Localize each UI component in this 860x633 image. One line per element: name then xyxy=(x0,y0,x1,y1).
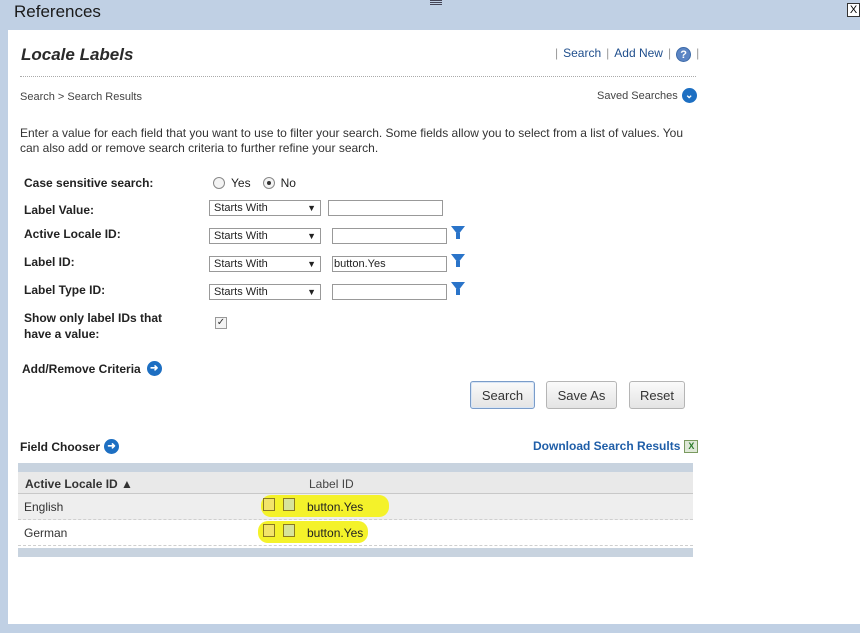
window-titlebar: References X xyxy=(0,0,860,30)
filter-icon[interactable] xyxy=(451,226,465,239)
saved-searches-label: Saved Searches xyxy=(597,89,678,102)
show-only-label-line2: have a value: xyxy=(24,327,100,341)
download-search-results-link[interactable]: Download Search Results X xyxy=(533,439,699,453)
save-as-button[interactable]: Save As xyxy=(546,381,617,409)
case-sensitive-label: Case sensitive search: xyxy=(24,176,154,190)
edit-record-icon[interactable] xyxy=(283,498,295,511)
chevron-down-circle-icon: ⌄ xyxy=(681,88,697,103)
label-value-input[interactable] xyxy=(328,200,443,216)
label-id-input[interactable]: button.Yes xyxy=(332,256,447,272)
add-remove-criteria-label: Add/Remove Criteria xyxy=(22,361,141,376)
drag-handle-icon[interactable] xyxy=(430,0,442,6)
cell-active-locale-id: German xyxy=(24,526,68,540)
field-chooser-link[interactable]: Field Chooser ➜ xyxy=(20,439,120,454)
table-header: Active Locale ID ▲ Label ID xyxy=(18,472,693,494)
dropdown-arrow-icon: ▼ xyxy=(307,231,316,241)
table-bottom-bar xyxy=(18,548,693,557)
arrow-right-circle-icon: ➜ xyxy=(104,439,120,454)
column-header-label-id[interactable]: Label ID xyxy=(309,477,354,491)
show-only-label-line1: Show only label IDs that xyxy=(24,311,163,325)
cell-active-locale-id: English xyxy=(24,500,64,514)
header-links: | Search | Add New | ? | xyxy=(550,44,704,62)
case-sensitive-yes-radio[interactable] xyxy=(213,177,225,189)
active-locale-id-input[interactable] xyxy=(332,228,447,244)
show-only-checkbox[interactable]: ✓ xyxy=(215,317,227,329)
label-value-label: Label Value: xyxy=(24,203,95,217)
add-remove-criteria-link[interactable]: Add/Remove Criteria ➜ xyxy=(22,361,162,376)
breadcrumb: Search > Search Results xyxy=(20,91,142,103)
arrow-right-circle-icon: ➜ xyxy=(146,361,162,376)
label-type-id-operator-select[interactable]: Starts With ▼ xyxy=(209,284,321,300)
title-divider xyxy=(20,76,696,77)
cell-label-id[interactable]: button.Yes xyxy=(307,500,363,514)
case-sensitive-no-radio[interactable] xyxy=(262,177,275,189)
radio-label-yes: Yes xyxy=(231,176,251,190)
filter-icon[interactable] xyxy=(451,282,465,295)
dropdown-arrow-icon: ▼ xyxy=(307,259,316,269)
link-separator: | xyxy=(606,46,610,60)
field-chooser-label: Field Chooser xyxy=(20,439,101,454)
download-label: Download Search Results xyxy=(533,439,681,453)
active-locale-id-operator-select[interactable]: Starts With ▼ xyxy=(209,228,321,244)
add-new-link[interactable]: Add New xyxy=(614,46,663,60)
page-title: Locale Labels xyxy=(21,45,134,64)
table-row: English button.Yes xyxy=(18,494,693,520)
filter-icon[interactable] xyxy=(451,254,465,267)
select-value: Starts With xyxy=(214,286,268,298)
saved-searches-link[interactable]: Saved Searches ⌄ xyxy=(597,88,697,103)
excel-icon: X xyxy=(684,439,699,453)
view-record-icon[interactable] xyxy=(263,524,275,537)
search-link[interactable]: Search xyxy=(563,46,601,60)
window-title: References xyxy=(14,2,101,21)
show-only-label: Show only label IDs that have a value: xyxy=(24,310,162,342)
label-id-operator-select[interactable]: Starts With ▼ xyxy=(209,256,321,272)
label-value-operator-select[interactable]: Starts With ▼ xyxy=(209,200,321,216)
link-separator: | xyxy=(555,46,559,60)
search-button[interactable]: Search xyxy=(470,381,535,409)
link-separator: | xyxy=(696,46,700,60)
link-separator: | xyxy=(667,46,672,60)
active-locale-id-label: Active Locale ID: xyxy=(24,227,121,241)
select-value: Starts With xyxy=(214,202,268,214)
view-record-icon[interactable] xyxy=(263,498,275,511)
edit-record-icon[interactable] xyxy=(283,524,295,537)
select-value: Starts With xyxy=(214,258,268,270)
label-type-id-input[interactable] xyxy=(332,284,447,300)
results-table: Active Locale ID ▲ Label ID English butt… xyxy=(18,463,693,557)
instructions-text: Enter a value for each field that you wa… xyxy=(20,126,684,155)
column-header-active-locale-id[interactable]: Active Locale ID ▲ xyxy=(25,477,133,491)
help-icon[interactable]: ? xyxy=(676,47,692,62)
label-id-label: Label ID: xyxy=(24,255,75,269)
radio-label-no: No xyxy=(280,176,296,190)
table-top-bar xyxy=(18,463,693,472)
select-value: Starts With xyxy=(214,230,268,242)
dropdown-arrow-icon: ▼ xyxy=(307,287,316,297)
dropdown-arrow-icon: ▼ xyxy=(307,203,316,213)
close-button[interactable]: X xyxy=(847,3,860,17)
reset-button[interactable]: Reset xyxy=(629,381,685,409)
cell-label-id[interactable]: button.Yes xyxy=(307,526,363,540)
table-row: German button.Yes xyxy=(18,520,693,546)
case-sensitive-radio-group: Yes No xyxy=(213,176,308,190)
label-type-id-label: Label Type ID: xyxy=(24,283,106,297)
